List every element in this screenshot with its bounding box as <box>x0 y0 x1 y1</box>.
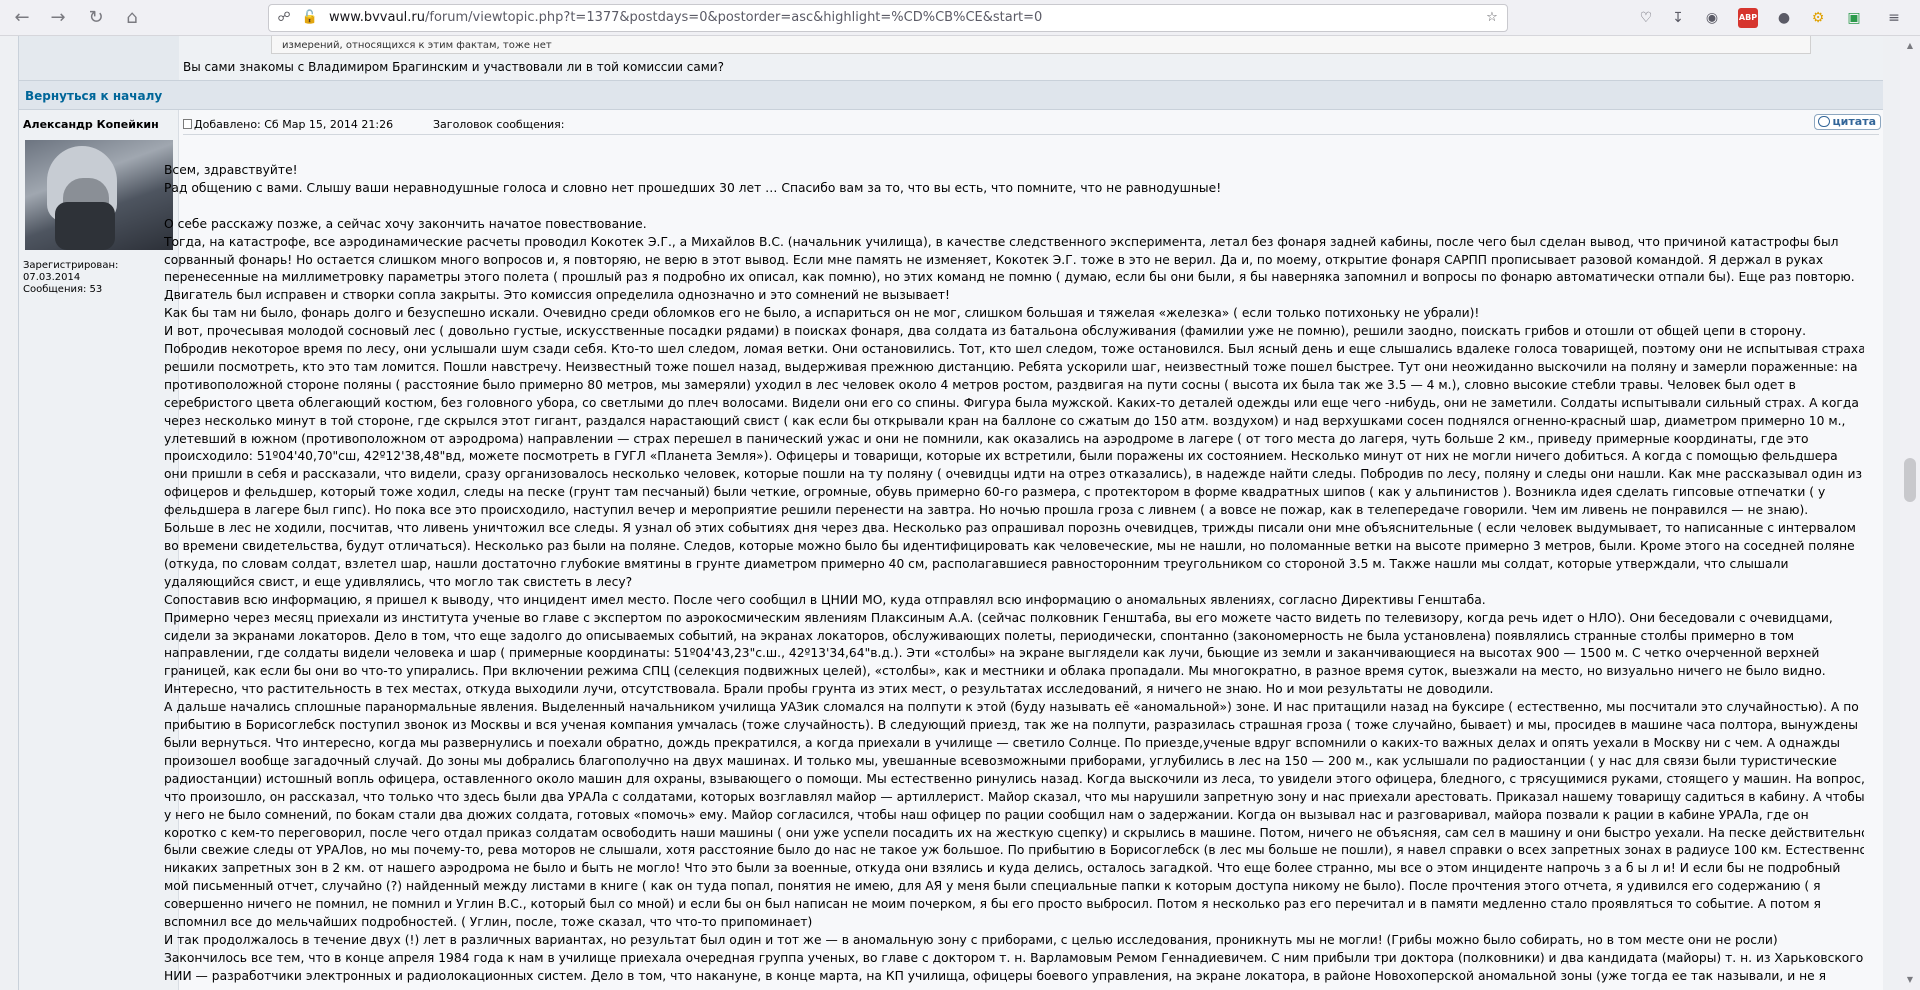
post-line: Интересно, что растительность в тех мест… <box>164 682 1494 697</box>
post-line: офицеров и фельдшер, который тоже ходил,… <box>164 485 1826 500</box>
download-icon[interactable]: ↧ <box>1668 8 1688 28</box>
post-line: перенесенные на миллиметровку параметры … <box>164 270 1855 285</box>
quote-block: измерений, относящихся к этим фактам, то… <box>271 36 1811 54</box>
post-line: улетевший в южном (противоположном от аэ… <box>164 431 1809 446</box>
post-line: фельдшера в лагере был гипс). Но пока вс… <box>164 503 1809 518</box>
browser-toolbar: ← → ↻ ⌂ ☍ 🔓 www.bvvaul.ru/forum/viewtopi… <box>0 0 1920 36</box>
post-line: противоположной стороне поляны ( расстоя… <box>164 377 1796 392</box>
url-bar[interactable]: ☍ 🔓 www.bvvaul.ru/forum/viewtopic.php?t=… <box>268 4 1508 32</box>
post-line: НИИ — разработчики электронных и радиоло… <box>164 968 1827 983</box>
scrollbar-track[interactable] <box>1900 36 1920 990</box>
insecure-lock-icon[interactable]: 🔓 <box>301 9 319 27</box>
reload-icon[interactable]: ↻ <box>84 6 108 30</box>
post-line: О себе расскажу позже, а сейчас хочу зак… <box>164 216 647 231</box>
oxygen-mask-shape <box>55 202 115 250</box>
post-line: коротко с кем-то переговорил, после чего… <box>164 825 1864 840</box>
post-date: Добавлено: Сб Мар 15, 2014 21:26 <box>194 118 394 131</box>
post-line: сидели за экранами локаторов. Дело в том… <box>164 628 1795 643</box>
post-header: Добавлено: Сб Мар 15, 2014 21:26 <box>183 118 393 131</box>
url-path: /forum/viewtopic.php?t=1377&postdays=0&p… <box>425 10 1043 25</box>
globe-icon[interactable]: ◉ <box>1702 8 1722 28</box>
post-line: они пришли в себя и рассказали, что виде… <box>164 467 1863 482</box>
url-host: www.bvvaul.ru <box>329 10 426 25</box>
previous-author-cell <box>19 36 179 80</box>
post-line: направлении, где солдаты видели человека… <box>164 646 1820 661</box>
post-line: были вернуться. Что интересно, когда мы … <box>164 735 1840 750</box>
previous-post-text: Вы сами знакомы с Владимиром Брагинским … <box>183 60 724 74</box>
previous-post-row: измерений, относящихся к этим фактам, то… <box>19 36 1883 80</box>
post-line: прибытию в Борисоглебск поступил звонок … <box>164 718 1858 733</box>
post-line: что произошло, он рассказал, что только … <box>164 789 1864 804</box>
page-content: измерений, относящихся к этим фактам, то… <box>0 36 1900 990</box>
post-line: никаких запретных зон в 2 км. от нашего … <box>164 861 1841 876</box>
post-line: серебристого цвета облегающий костюм, бе… <box>164 395 1859 410</box>
post-line: Побродив некоторое время по лесу, они ус… <box>164 342 1864 357</box>
author-profile-cell: Александр Копейкин Зарегистрирован: 07.0… <box>19 110 179 990</box>
post-subject: Заголовок сообщения: <box>433 118 565 131</box>
home-icon[interactable]: ⌂ <box>120 6 144 30</box>
quote-button-label: цитата <box>1832 115 1876 128</box>
avatar <box>25 140 173 250</box>
addon-icon[interactable]: ▣ <box>1844 8 1864 28</box>
author-name[interactable]: Александр Копейкин <box>23 118 159 131</box>
post-line: были свежие следы от УРАЛов, но мы почем… <box>164 843 1864 858</box>
post-text: Всем, здравствуйте! Рад общению с вами. С… <box>164 162 1864 986</box>
post-line: границей, как если бы они во что-то упир… <box>164 664 1826 679</box>
url-text[interactable]: www.bvvaul.ru/forum/viewtopic.php?t=1377… <box>329 10 1042 25</box>
post-line: (откуда, по словам солдат, взлетел шар, … <box>164 556 1789 571</box>
post-line: Рад общению с вами. Слышу ваши неравноду… <box>164 180 1222 195</box>
quote-fragment: измерений, относящихся к этим фактам, то… <box>282 40 552 51</box>
registered-label: Зарегистрирован: <box>23 260 119 271</box>
scroll-down-icon[interactable]: ▼ <box>1904 974 1916 986</box>
post-line: Как бы там ни было, фонарь долго и безус… <box>164 306 1480 321</box>
arrow-right-icon[interactable]: → <box>46 6 70 30</box>
post-line: у него не было сомнений, по бокам стали … <box>164 807 1809 822</box>
arrow-left-icon[interactable]: ← <box>10 6 34 30</box>
post-line: И так продолжалось в течение двух (!) ле… <box>164 932 1778 947</box>
back-to-top-row: Вернуться к началу <box>19 80 1883 110</box>
back-to-top-link[interactable]: Вернуться к началу <box>25 89 162 103</box>
shield-icon[interactable]: ☍ <box>275 9 293 27</box>
messages-count: Сообщения: 53 <box>23 284 103 295</box>
post-line: во времени свидетельства, будут отличать… <box>164 539 1855 554</box>
quote-button[interactable]: цитата <box>1813 114 1881 130</box>
post-line: радиостанции) истошный вопль офицера, ос… <box>164 771 1864 786</box>
post-line: мой письменный отчет, случайно (?) найде… <box>164 879 1821 894</box>
post-line: Сопоставив всю информацию, я пришел к вы… <box>164 592 1486 607</box>
quote-bubble-icon <box>1817 116 1830 127</box>
key-icon[interactable]: ⚙ <box>1808 8 1828 28</box>
post-icon[interactable] <box>183 119 192 129</box>
post-line: удаляющийся свист, и еще удивлялись, что… <box>164 574 633 589</box>
post-line: решили посмотреть, кто это там ломится. … <box>164 359 1858 374</box>
scrollbar-thumb[interactable] <box>1904 458 1916 502</box>
menu-icon[interactable]: ≡ <box>1884 8 1904 28</box>
post-line: А дальше начались сплошные паранормальны… <box>164 700 1859 715</box>
post-line: Примерно через месяц приехали из институ… <box>164 610 1833 625</box>
post-line: Двигатель был исправен и створки сопла з… <box>164 288 950 303</box>
post-line: И вот, прочесывая молодой сосновый лес (… <box>164 324 1806 339</box>
post-line: вспомнил все до мельчайших подробностей.… <box>164 915 813 930</box>
extension-icon[interactable]: ● <box>1774 8 1794 28</box>
post-line: через несколько минут в той стороне, где… <box>164 413 1846 428</box>
post-line: происходило: 51º04'40,70"сш, 42º12'38,48… <box>164 449 1838 464</box>
scroll-up-icon[interactable]: ▲ <box>1904 40 1916 52</box>
bookmark-star-icon[interactable]: ☆ <box>1483 9 1501 27</box>
post-line <box>164 198 1864 216</box>
post-line: Тогда, на катастрофе, все аэродинамическ… <box>164 234 1839 249</box>
post-line: Больше в лес не ходили, посчитав, что ли… <box>164 521 1856 536</box>
post-line: сорванный фонарь! Но остается слишком мн… <box>164 252 1824 267</box>
pocket-icon[interactable]: ♡ <box>1636 8 1656 28</box>
post-divider <box>183 134 1879 135</box>
post-line: Закончилось все тем, что в конце апреля … <box>164 950 1864 965</box>
registered-date: 07.03.2014 <box>23 272 81 283</box>
adblock-icon[interactable]: ABP <box>1738 8 1758 28</box>
post-line: совершенно ничего не помнил, не помнил и… <box>164 897 1821 912</box>
post-line: Всем, здравствуйте! <box>164 163 298 177</box>
post-line: произошел вообще загадочный случай. До з… <box>164 753 1837 768</box>
